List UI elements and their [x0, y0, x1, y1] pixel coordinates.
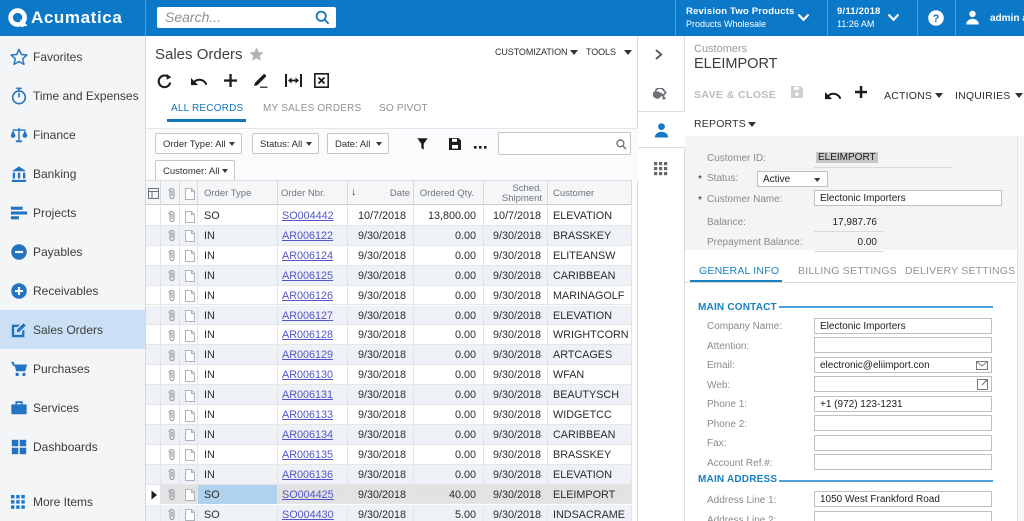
svg-text:?: ? — [933, 13, 940, 25]
